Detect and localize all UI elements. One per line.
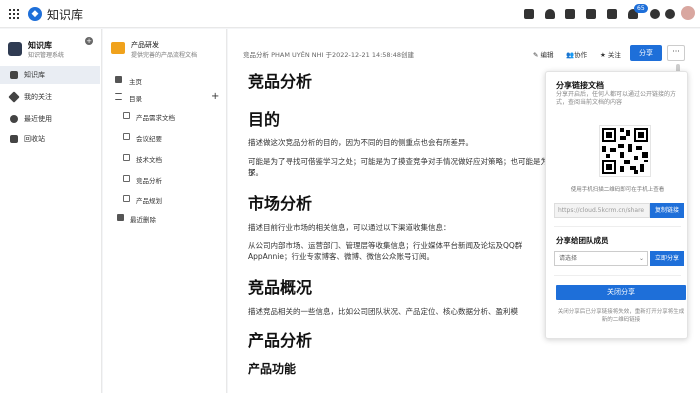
sidebar-item-label: 我的关注 <box>24 93 52 101</box>
tree-doc-label: 产品需求文档 <box>136 114 175 122</box>
divider <box>554 275 681 276</box>
tree-doc-label: 会议纪要 <box>136 135 162 143</box>
more-button[interactable]: ··· <box>667 45 685 61</box>
calendar-icon[interactable] <box>607 9 617 19</box>
user-icon[interactable] <box>545 9 555 19</box>
share-now-button[interactable]: 立即分享 <box>650 251 684 266</box>
share-popup-title: 分享链接文档 <box>556 81 604 90</box>
gear-icon[interactable] <box>665 9 675 19</box>
team-share-title: 分享给团队成员 <box>556 236 609 245</box>
doc-icon <box>123 112 130 119</box>
kb-subtitle: 提供完善的产品流程文档 <box>131 52 198 59</box>
tree-home-label: 主页 <box>129 78 142 86</box>
checklist-icon[interactable] <box>524 9 534 19</box>
add-icon[interactable]: + <box>85 37 93 45</box>
sidebar-item-label: 最近使用 <box>24 115 52 123</box>
sidebar-item-trash[interactable]: 回收站 <box>0 130 100 148</box>
tree-doc-item[interactable]: 会议纪要 <box>123 133 162 143</box>
workspace-subtitle: 知识管理系统 <box>28 52 65 59</box>
heading-goal: 目的 <box>248 110 281 129</box>
sidebar-item-follow[interactable]: 我的关注 <box>0 88 100 106</box>
heading-feature: 产品功能 <box>248 362 297 376</box>
doc-icon <box>123 195 130 202</box>
tree-doc-label: 竞品分析 <box>136 177 162 185</box>
tree-doc-item[interactable]: 产品需求文档 <box>123 112 175 122</box>
doc-icon <box>123 133 130 140</box>
workspace-icon <box>8 42 22 56</box>
app-root: ◆ 知识库 65 知识库 知识管理系统 + 知识库 我的关注 最近使用 回收站 … <box>0 0 700 393</box>
copy-link-button[interactable]: 复制链接 <box>650 203 684 218</box>
tree-catalog-label: 目录 <box>129 95 142 103</box>
doc-icon <box>123 154 130 161</box>
star-icon <box>8 91 20 103</box>
help-icon[interactable] <box>650 9 660 19</box>
list-icon <box>115 93 122 100</box>
share-button[interactable]: 分享 <box>630 45 662 61</box>
document-icon[interactable] <box>565 9 575 19</box>
share-link-field[interactable]: https://cloud.5kcrm.cn/share <box>554 203 650 218</box>
member-select[interactable]: 请选择 ⌄ <box>554 251 648 266</box>
sidebar: 知识库 知识管理系统 + 知识库 我的关注 最近使用 回收站 <box>0 29 102 393</box>
logo-icon: ◆ <box>28 7 42 21</box>
chevron-down-icon: ⌄ <box>638 255 644 262</box>
tree-doc-item[interactable]: 技术文档 <box>123 154 162 164</box>
sidebar-item-knowledge[interactable]: 知识库 <box>0 66 100 84</box>
phone-icon[interactable] <box>586 9 596 19</box>
collab-label: 协作 <box>574 51 588 59</box>
follow-label: 关注 <box>607 51 621 59</box>
tree-doc-label: 产品规划 <box>136 197 162 205</box>
tree-doc-label: 技术文档 <box>136 156 162 164</box>
tree-recent-deleted-label: 最近删除 <box>130 216 156 224</box>
trash-icon <box>117 214 124 221</box>
share-popup: 分享链接文档 分享开启后，任何人都可以通过公开链接的方式，查阅当前文档的内容 使… <box>545 71 688 339</box>
clock-icon <box>10 115 18 123</box>
add-doc-button[interactable]: + <box>211 91 219 102</box>
sidebar-item-label: 知识库 <box>24 71 45 79</box>
paragraph: 描述竞品相关的一些信息，比如公司团队状况、产品定位、核心数据分析、盈利模 <box>248 307 518 316</box>
doc-meta: 竞品分析 PHAM UYÊN NHI 于2022-12-21 14:58:48创… <box>243 51 415 59</box>
top-bar: ◆ 知识库 65 <box>0 0 700 28</box>
book-icon <box>10 71 18 79</box>
tree-doc-item[interactable]: 产品规划 <box>123 195 162 205</box>
doc-icon <box>123 175 130 182</box>
edit-button[interactable]: ✎ 编辑 <box>533 49 554 59</box>
qr-hint: 使用手机扫描二维码即可在手机上查看 <box>570 187 665 193</box>
paragraph: 描述做这次竞品分析的目的，因为不同的目的侧重点也会有所差异。 <box>248 138 473 147</box>
edit-label: 编辑 <box>540 51 554 59</box>
doc-title: 竞品分析 <box>248 72 313 91</box>
member-select-value: 请选择 <box>559 255 578 262</box>
close-share-button[interactable]: 关闭分享 <box>556 285 686 300</box>
heading-market: 市场分析 <box>248 194 313 213</box>
tree-recent-deleted[interactable]: 最近删除 <box>117 214 156 224</box>
app-title: 知识库 <box>47 8 84 22</box>
kb-name: 产品研发 <box>131 41 159 49</box>
folder-icon <box>111 42 125 54</box>
doc-tree-panel: 产品研发 提供完善的产品流程文档 主页 目录 + 产品需求文档 会议纪要 技术文… <box>103 29 227 393</box>
sidebar-item-recent[interactable]: 最近使用 <box>0 110 100 128</box>
collab-button[interactable]: 👥协作 <box>566 49 587 59</box>
tree-home[interactable]: 主页 <box>115 76 142 86</box>
home-icon <box>115 76 122 83</box>
paragraph: 探。 <box>248 168 263 177</box>
divider <box>554 226 681 227</box>
qr-code <box>599 125 651 177</box>
sidebar-item-label: 回收站 <box>24 135 45 143</box>
heading-product: 产品分析 <box>248 331 313 350</box>
trash-icon <box>10 135 18 143</box>
paragraph: AppAnnie；行业专家博客、微博、微信公众账号订阅。 <box>248 252 434 261</box>
avatar[interactable] <box>681 6 695 20</box>
apps-grid-icon[interactable] <box>9 9 19 19</box>
notification-badge: 65 <box>634 4 648 13</box>
close-share-note: 关闭分享后已分享链接将失效，重新打开分享将生成新的二维码链接 <box>557 309 685 323</box>
tree-doc-item[interactable]: 竞品分析 <box>123 175 162 185</box>
share-popup-desc: 分享开启后，任何人都可以通过公开链接的方式，查阅当前文档的内容 <box>556 91 677 106</box>
follow-button[interactable]: ★ 关注 <box>600 49 621 59</box>
paragraph: 描述目前行业市场的相关信息，可以通过以下渠道收集信息： <box>248 223 451 232</box>
heading-overview: 竞品概况 <box>248 278 313 297</box>
tree-catalog[interactable]: 目录 <box>115 93 142 103</box>
paragraph: 从公司内部市场、运营部门、管理层等收集信息；行业媒体平台新闻及论坛及QQ群 <box>248 241 523 250</box>
